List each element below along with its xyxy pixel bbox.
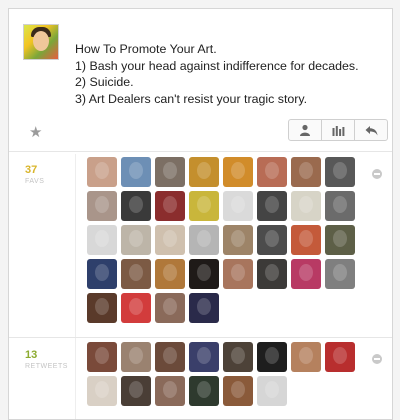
retweeter-avatar[interactable] xyxy=(155,376,185,406)
favorites-avatar-grid xyxy=(87,157,355,323)
tweet-line: 3) Art Dealers can't resist your tragic … xyxy=(75,91,308,106)
avatar-face xyxy=(33,31,49,51)
tweet-text: How To Promote Your Art. 1) Bash your he… xyxy=(75,41,385,107)
favoriter-avatar[interactable] xyxy=(189,259,219,289)
divider xyxy=(75,154,76,339)
tweet-line: 2) Suicide. xyxy=(75,75,134,89)
favoriter-avatar[interactable] xyxy=(121,191,151,221)
retweeter-avatar[interactable] xyxy=(257,376,287,406)
user-button[interactable] xyxy=(288,119,322,141)
favoriter-avatar[interactable] xyxy=(257,191,287,221)
favoriter-avatar[interactable] xyxy=(223,225,253,255)
retweets-avatar-grid xyxy=(87,342,355,406)
favorites-label: FAVS xyxy=(25,178,45,185)
retweeter-avatar[interactable] xyxy=(325,342,355,372)
tweet-line: 1) Bash your head against indifference f… xyxy=(75,58,359,73)
reply-icon xyxy=(365,125,377,135)
collapse-favorites-button[interactable] xyxy=(372,169,382,179)
retweeter-avatar[interactable] xyxy=(223,342,253,372)
retweeter-avatar[interactable] xyxy=(291,342,321,372)
favoriter-avatar[interactable] xyxy=(257,225,287,255)
retweets-label: RETWEETS xyxy=(25,363,68,370)
favorites-count: 37 xyxy=(25,164,38,176)
retweeter-avatar[interactable] xyxy=(87,342,117,372)
favoriter-avatar[interactable] xyxy=(325,157,355,187)
retweeter-avatar[interactable] xyxy=(189,342,219,372)
favoriter-avatar[interactable] xyxy=(121,157,151,187)
tweet-line: How To Promote Your Art. xyxy=(75,42,217,56)
favoriter-avatar[interactable] xyxy=(291,157,321,187)
favoriter-avatar[interactable] xyxy=(189,293,219,323)
tweet-card: How To Promote Your Art. 1) Bash your he… xyxy=(8,8,393,420)
favoriter-avatar[interactable] xyxy=(223,157,253,187)
favoriter-avatar[interactable] xyxy=(325,191,355,221)
stats-icon xyxy=(332,125,344,136)
favoriter-avatar[interactable] xyxy=(87,293,117,323)
retweeter-avatar[interactable] xyxy=(87,376,117,406)
retweeter-avatar[interactable] xyxy=(189,376,219,406)
favoriter-avatar[interactable] xyxy=(257,157,287,187)
favoriter-avatar[interactable] xyxy=(155,293,185,323)
retweets-stat[interactable]: 13 RETWEETS xyxy=(25,349,75,370)
favoriter-avatar[interactable] xyxy=(325,225,355,255)
retweeter-avatar[interactable] xyxy=(155,342,185,372)
author-avatar[interactable] xyxy=(23,24,59,60)
retweeter-avatar[interactable] xyxy=(121,376,151,406)
collapse-retweets-button[interactable] xyxy=(372,354,382,364)
favoriter-avatar[interactable] xyxy=(121,225,151,255)
favoriter-avatar[interactable] xyxy=(155,191,185,221)
retweeter-avatar[interactable] xyxy=(121,342,151,372)
favoriter-avatar[interactable] xyxy=(189,225,219,255)
divider xyxy=(75,339,76,419)
favorite-star-icon[interactable]: ★ xyxy=(29,125,42,140)
retweets-count: 13 xyxy=(25,349,38,361)
favoriter-avatar[interactable] xyxy=(223,259,253,289)
favoriter-avatar[interactable] xyxy=(223,191,253,221)
favoriter-avatar[interactable] xyxy=(87,157,117,187)
reply-button[interactable] xyxy=(354,119,388,141)
favoriter-avatar[interactable] xyxy=(291,225,321,255)
favorites-stat[interactable]: 37 FAVS xyxy=(25,164,75,185)
favoriter-avatar[interactable] xyxy=(189,157,219,187)
favoriter-avatar[interactable] xyxy=(121,259,151,289)
favoriter-avatar[interactable] xyxy=(155,259,185,289)
favoriter-avatar[interactable] xyxy=(87,259,117,289)
user-icon xyxy=(300,124,310,136)
divider xyxy=(9,151,392,152)
favoriter-avatar[interactable] xyxy=(87,191,117,221)
favoriter-avatar[interactable] xyxy=(189,191,219,221)
retweeter-avatar[interactable] xyxy=(223,376,253,406)
favoriter-avatar[interactable] xyxy=(325,259,355,289)
stats-button[interactable] xyxy=(321,119,355,141)
favoriter-avatar[interactable] xyxy=(155,157,185,187)
favoriter-avatar[interactable] xyxy=(291,191,321,221)
favoriter-avatar[interactable] xyxy=(87,225,117,255)
retweeter-avatar[interactable] xyxy=(257,342,287,372)
favoriter-avatar[interactable] xyxy=(291,259,321,289)
favoriter-avatar[interactable] xyxy=(257,259,287,289)
divider xyxy=(9,337,392,338)
favoriter-avatar[interactable] xyxy=(121,293,151,323)
tweet-actions xyxy=(288,119,388,141)
favoriter-avatar[interactable] xyxy=(155,225,185,255)
